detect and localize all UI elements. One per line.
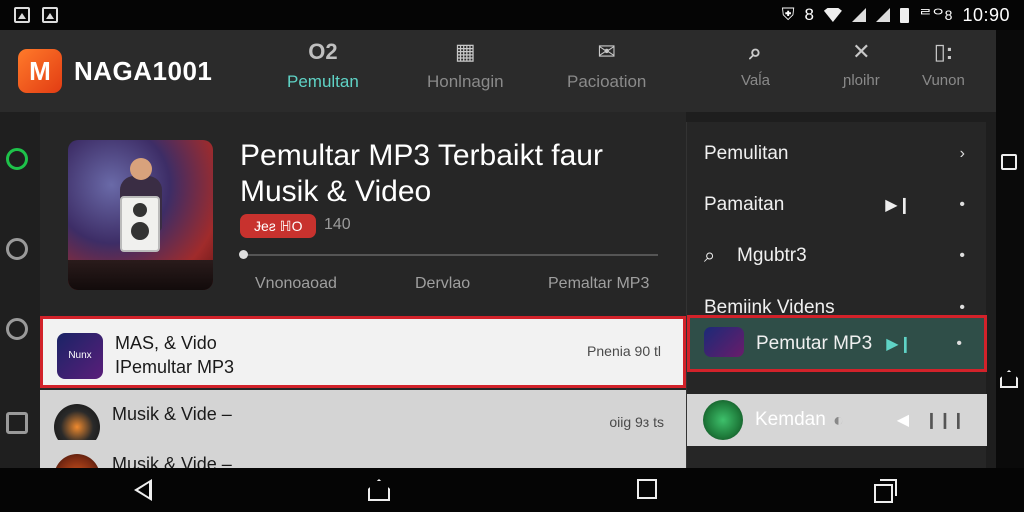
home-icon[interactable] [1000, 370, 1018, 388]
image-icon [42, 7, 58, 23]
right-edge-nav [996, 30, 1024, 468]
cell-signal-icon-2 [875, 8, 890, 22]
multiwindow-icon[interactable] [874, 479, 897, 503]
track-count: 140 [324, 216, 351, 233]
speaker-icon [120, 196, 160, 252]
menu-item-kemdan[interactable]: Kemdan ◐ ◀ ❙❙❙ [687, 394, 987, 446]
meta-service[interactable]: Dervlao [415, 275, 470, 293]
app-bar: M NAGA1001 O2 Pemultan ▦ Honlnagin ✉ Pac… [0, 30, 996, 112]
system-nav-bar [0, 468, 1024, 512]
track-title: MAS, & Vido [115, 333, 217, 353]
album-cover[interactable] [68, 140, 213, 290]
tag-icon[interactable] [6, 238, 28, 260]
close-box-icon[interactable] [6, 412, 28, 434]
meta-download[interactable]: Vnonoaoad [255, 275, 337, 293]
tab-search[interactable]: ⌕ Vaĺa [741, 39, 770, 90]
clock: 10:90 [962, 4, 1010, 25]
track-thumb: Nunx [57, 333, 103, 379]
app-name: NAGA1001 [74, 55, 213, 86]
tab-tools[interactable]: ✕ ɲloihr [843, 39, 880, 90]
pause-bars-icon[interactable]: ❙❙❙ [925, 410, 965, 430]
progress-knob[interactable] [239, 250, 248, 259]
main-content: Pemultar MP3 Terbaikt faur Musik & Video… [40, 112, 686, 512]
settings-icon[interactable] [6, 318, 28, 340]
wifi-icon [823, 8, 842, 22]
status-extra: ᄅᄋ8 [918, 7, 953, 23]
progress-bar[interactable] [239, 250, 658, 259]
recents-icon[interactable] [637, 479, 657, 499]
menu-thumb [704, 327, 744, 357]
dot-icon: • [956, 334, 962, 352]
clipboard-icon: ▯: [933, 39, 954, 64]
track-duration: oiig 9з ts [609, 414, 664, 430]
tab-honlnagin[interactable]: ▦ Honlnagin [427, 40, 504, 92]
record-icon[interactable] [6, 148, 28, 170]
play-pause-icon[interactable]: ▶❙ [886, 334, 912, 354]
track-row-selected[interactable]: Nunx MAS, & Vido IPemultar MP3 Pnenia 90… [40, 316, 686, 388]
status-badge[interactable]: Ɉeƨ ℍO [240, 214, 317, 238]
app-logo[interactable]: M [18, 49, 62, 93]
gallery-icon [14, 7, 30, 23]
play-pause-icon[interactable]: ▶❙ [885, 195, 911, 215]
prev-icon[interactable]: ◀ [897, 410, 909, 430]
menu-item-pemutar-mp3[interactable]: Pemutar MP3 ▶❙ • [687, 315, 987, 372]
chevron-right-icon: › [959, 145, 965, 162]
shield-icon: ⛨ [781, 5, 795, 24]
left-rail [0, 112, 40, 468]
tab-pemultan[interactable]: O2 Pemultan [287, 40, 359, 92]
menu-item-pamaitan[interactable]: Pamaitan ▶❙ • [687, 179, 987, 231]
grid-icon: ▦ [454, 39, 476, 64]
tab-pacioation[interactable]: ✉ Pacioation [567, 40, 646, 92]
meta-player[interactable]: Pemaltar MP3 [548, 275, 649, 293]
battery-icon [899, 7, 909, 23]
shield-icon: ◐ [833, 409, 844, 430]
home-icon[interactable] [368, 479, 390, 501]
back-icon[interactable] [134, 479, 152, 501]
page-title: Pemultar MP3 Terbaikt faur Musik & Video [240, 139, 603, 208]
mail-icon: ✉ [597, 39, 616, 64]
tab-icon: O2 [308, 39, 338, 64]
menu-item-mgubtr3[interactable]: ⌕ Mgubtr3 • [687, 230, 987, 282]
tools-icon: ✕ [852, 39, 871, 64]
track-title: Musik & Vide – [112, 404, 232, 424]
refresh-search-icon: ⌕ [704, 244, 716, 267]
menu-item-pemulitan[interactable]: Pemulitan › [687, 128, 987, 180]
tab-vunon[interactable]: ▯: Vunon [922, 39, 965, 90]
signal-digit: 8 [804, 5, 814, 24]
dot-icon: • [959, 196, 965, 213]
recents-square-icon[interactable] [1001, 154, 1017, 170]
track-duration: Pnenia 90 tl [587, 343, 661, 359]
status-bar: ⛨ 8 ᄅᄋ8 10:90 [0, 0, 1024, 30]
search-icon: ⌕ [749, 39, 762, 64]
cell-signal-icon [851, 8, 866, 22]
track-subtitle: IPemultar MP3 [115, 357, 235, 377]
dot-icon: • [959, 247, 965, 264]
dropdown-menu: Pemulitan › Pamaitan ▶❙ • ⌕ Mgubtr3 • Be… [686, 122, 987, 468]
menu-thumb [703, 400, 743, 440]
